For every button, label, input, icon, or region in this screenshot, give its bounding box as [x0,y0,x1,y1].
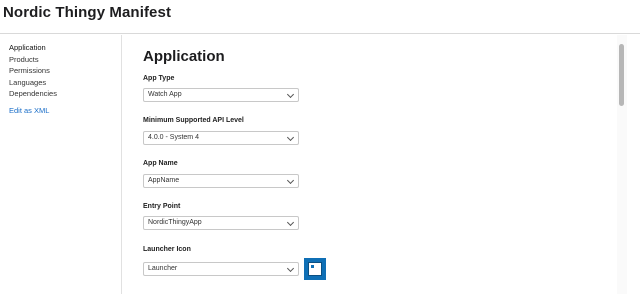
launcher-preview-frame [308,262,322,276]
chevron-down-icon [286,176,295,185]
launcher-preview-dot [311,265,314,268]
main-content: Application App Type Watch App Minimum S… [123,35,617,294]
sidebar-item-languages[interactable]: Languages [9,78,46,88]
scrollbar-thumb[interactable] [619,44,624,106]
app-title: Nordic Thingy Manifest [3,4,172,21]
sidebar: Application Products Permissions Languag… [0,35,122,294]
app-name-select[interactable]: AppName [143,174,299,188]
entry-point-select[interactable]: NordicThingyApp [143,216,299,230]
page-title: Application [143,48,225,65]
app-type-label: App Type [143,75,175,82]
api-level-select[interactable]: 4.0.0 - System 4 [143,131,299,145]
sidebar-item-products[interactable]: Products [9,55,39,65]
api-level-label: Minimum Supported API Level [143,117,244,124]
title-bar: Nordic Thingy Manifest [0,0,640,34]
chevron-down-icon [286,264,295,273]
app-name-label: App Name [143,160,178,167]
sidebar-item-dependencies[interactable]: Dependencies [9,89,57,99]
launcher-preview-icon[interactable] [304,258,326,280]
sidebar-item-permissions[interactable]: Permissions [9,66,50,76]
app-type-select[interactable]: Watch App [143,88,299,102]
entry-point-value: NordicThingyApp [148,219,202,226]
chevron-down-icon [286,133,295,142]
chevron-down-icon [286,90,295,99]
chevron-down-icon [286,218,295,227]
app-type-value: Watch App [148,91,182,98]
launcher-icon-value: Launcher [148,265,178,272]
entry-point-label: Entry Point [143,203,181,210]
api-level-value: 4.0.0 - System 4 [148,134,199,141]
launcher-icon-select[interactable]: Launcher [143,262,299,276]
edit-as-xml-link[interactable]: Edit as XML [9,106,49,115]
launcher-icon-label: Launcher Icon [143,246,191,253]
sidebar-item-application[interactable]: Application [9,43,46,53]
app-name-value: AppName [148,177,180,184]
